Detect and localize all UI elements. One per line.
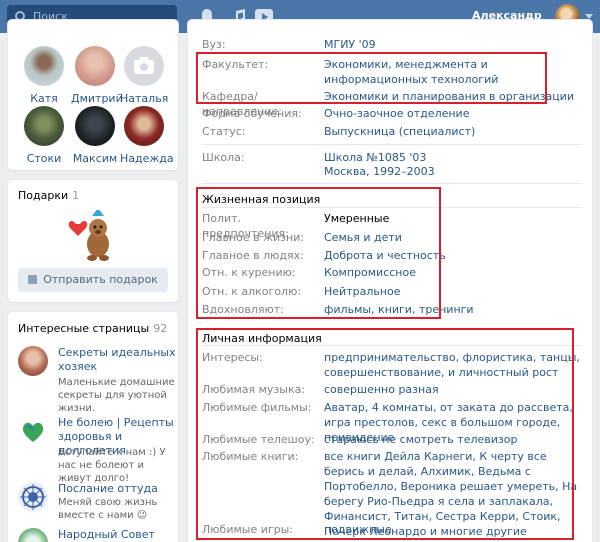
friend-avatar (75, 46, 115, 86)
friend-avatar (24, 106, 64, 146)
interesting-pages-card: Интересные страницы 92 Секреты идеальных … (8, 312, 178, 542)
gifts-card: Подарки 1 Отправить подарок (8, 180, 178, 302)
info-key: Школа: (202, 151, 245, 164)
friend-name: Надежда (120, 152, 174, 165)
page-description: Вступайте к нам :) У нас не болеют и жив… (58, 447, 166, 484)
camera-icon (134, 57, 154, 74)
page-item[interactable]: Не болею | Рецепты здоровья и долголетия… (18, 416, 174, 484)
mandala-logo-icon (18, 482, 48, 512)
divider (202, 144, 582, 145)
page-title[interactable]: Народный Совет района (58, 528, 176, 542)
info-value-link[interactable]: Очно-заочное отделение (324, 106, 582, 121)
friend-item[interactable]: Максим (71, 106, 119, 165)
pages-title: Интересные страницы (18, 322, 150, 335)
page-item[interactable]: Послание оттуда Меняй свою жизнь вместе … (18, 482, 173, 532)
gifts-count: 1 (72, 189, 80, 202)
page-avatar (18, 528, 48, 542)
page-item[interactable]: Секреты идеальных хозяек Маленькие домаш… (18, 346, 176, 414)
friend-item[interactable]: Катя (20, 46, 68, 105)
friends-card: Катя Дмитрий Наталья Стоки Максим Надежд… (8, 20, 178, 170)
friend-item[interactable]: Стоки (20, 106, 68, 165)
friend-name: Стоки (26, 152, 62, 165)
friend-avatar (75, 106, 115, 146)
gift-sticker-icon[interactable] (66, 210, 122, 262)
gift-icon (28, 275, 38, 284)
friend-item[interactable]: Дмитрий (71, 46, 123, 105)
page-title[interactable]: Послание оттуда (58, 482, 176, 496)
gifts-title: Подарки (18, 189, 69, 202)
friend-item[interactable]: Наталья (120, 46, 168, 105)
divider (202, 183, 582, 184)
info-key: Форма обучения: (202, 107, 302, 120)
friend-item[interactable]: Надежда (120, 106, 174, 165)
page-description: Меняй свою жизнь вместе с нами 😉 (58, 497, 158, 521)
friend-avatar (124, 106, 164, 146)
friend-name: Катя (30, 92, 58, 105)
highlight-box-personal-info (196, 328, 574, 540)
highlight-box-life-position (196, 187, 441, 319)
page-item[interactable]: Народный Совет района (18, 528, 173, 542)
pages-count: 92 (153, 322, 168, 335)
friend-name: Дмитрий (71, 92, 123, 105)
page-description: Маленькие домашние секреты для уютной жи… (58, 377, 175, 414)
friend-name: Максим (72, 152, 118, 165)
send-gift-button[interactable]: Отправить подарок (18, 268, 168, 292)
gifts-header[interactable]: Подарки 1 (18, 189, 79, 202)
friend-avatar (124, 46, 164, 86)
send-gift-label: Отправить подарок (43, 273, 158, 286)
health-logo-icon (18, 416, 48, 446)
info-value-link[interactable]: Москва, 1992–2003 (324, 164, 582, 179)
pages-header[interactable]: Интересные страницы 92 (18, 322, 167, 335)
info-key: Статус: (202, 125, 246, 138)
chevron-down-icon[interactable] (585, 14, 593, 19)
info-value-link[interactable]: Выпускница (специалист) (324, 124, 582, 139)
info-value-link[interactable]: МГИУ '09 (324, 37, 582, 52)
page-title[interactable]: Секреты идеальных хозяек (58, 346, 176, 374)
highlight-box-faculty (196, 52, 547, 104)
info-value-link[interactable]: Школа №1085 '03 (324, 150, 582, 165)
page-avatar (18, 346, 48, 376)
friend-name: Наталья (120, 92, 169, 105)
friend-avatar (24, 46, 64, 86)
info-key: Вуз: (202, 38, 226, 51)
